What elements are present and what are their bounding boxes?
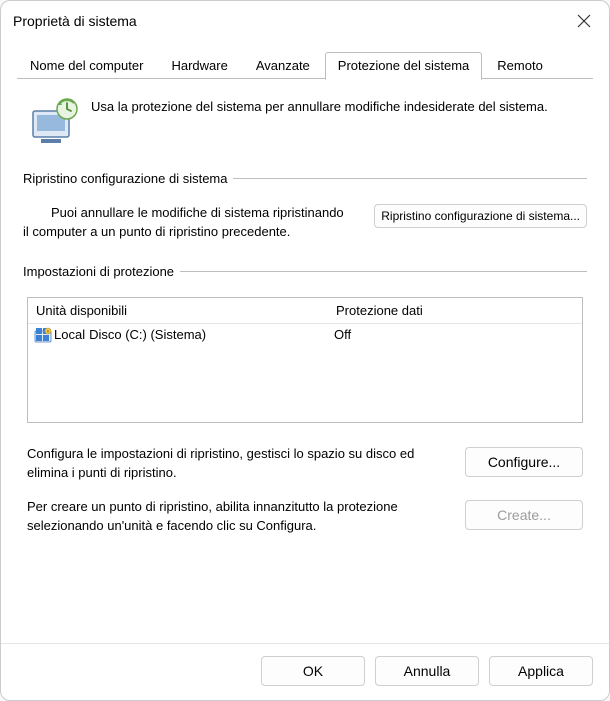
- tab-strip: Nome del computer Hardware Avanzate Prot…: [17, 49, 593, 79]
- drive-name-rest: Disco (C:) (Sistema): [89, 327, 206, 342]
- tab-hardware[interactable]: Hardware: [158, 52, 240, 79]
- settings-group: Impostazioni di protezione Unità disponi…: [23, 264, 587, 546]
- configure-row: Configura le impostazioni di ripristino,…: [23, 445, 587, 499]
- system-restore-button[interactable]: Ripristino configurazione di sistema...: [374, 204, 587, 228]
- apply-button[interactable]: Applica: [489, 656, 593, 686]
- restore-group-title: Ripristino configurazione di sistema: [23, 171, 227, 186]
- restore-group-header: Ripristino configurazione di sistema: [23, 171, 587, 186]
- drive-status: Off: [328, 327, 582, 342]
- tab-remote[interactable]: Remoto: [484, 52, 556, 79]
- table-header: Unità disponibili Protezione dati: [28, 298, 582, 324]
- configure-button[interactable]: Configure...: [465, 447, 583, 477]
- restore-row: Puoi annullare le modifiche di sistema r…: [23, 204, 587, 242]
- create-row: Per creare un punto di ripristino, abili…: [23, 498, 587, 546]
- divider: [233, 178, 587, 179]
- tab-system-protection[interactable]: Protezione del sistema: [325, 52, 483, 80]
- system-properties-dialog: Proprietà di sistema Nome del computer H…: [0, 0, 610, 701]
- create-description: Per creare un punto di ripristino, abili…: [27, 498, 465, 536]
- tab-content-protection: Usa la protezione del sistema per annull…: [17, 79, 593, 643]
- settings-group-title: Impostazioni di protezione: [23, 264, 174, 279]
- close-icon: [577, 14, 591, 28]
- cancel-button[interactable]: Annulla: [375, 656, 479, 686]
- system-protection-icon: [27, 97, 81, 147]
- tab-advanced[interactable]: Avanzate: [243, 52, 323, 79]
- dialog-footer: OK Annulla Applica: [1, 643, 609, 700]
- tab-divider: [17, 78, 593, 79]
- restore-desc-line1: Puoi annullare le modifiche di sistema r…: [51, 204, 374, 223]
- drive-name-prefix: Local: [54, 327, 85, 342]
- col-drives: Unità disponibili: [28, 303, 328, 318]
- settings-group-header: Impostazioni di protezione: [23, 264, 587, 279]
- close-button[interactable]: [569, 7, 599, 35]
- drive-cell: Local Disco (C:) (Sistema): [28, 327, 328, 343]
- restore-desc-line2: il computer a un punto di ripristino pre…: [23, 223, 374, 242]
- col-protection: Protezione dati: [328, 303, 582, 318]
- configure-description: Configura le impostazioni di ripristino,…: [27, 445, 465, 483]
- table-row[interactable]: Local Disco (C:) (Sistema) Off: [28, 324, 582, 346]
- divider: [180, 271, 587, 272]
- intro-row: Usa la protezione del sistema per annull…: [23, 89, 587, 171]
- restore-group: Ripristino configurazione di sistema Puo…: [23, 171, 587, 242]
- restore-description: Puoi annullare le modifiche di sistema r…: [51, 204, 374, 242]
- tab-computer-name[interactable]: Nome del computer: [17, 52, 156, 79]
- ok-button[interactable]: OK: [261, 656, 365, 686]
- drives-table[interactable]: Unità disponibili Protezione dati: [27, 297, 583, 423]
- create-button: Create...: [465, 500, 583, 530]
- window-title: Proprietà di sistema: [13, 13, 137, 29]
- dialog-body: Nome del computer Hardware Avanzate Prot…: [1, 41, 609, 643]
- intro-text: Usa la protezione del sistema per annull…: [91, 97, 548, 114]
- titlebar: Proprietà di sistema: [1, 1, 609, 41]
- windows-drive-icon: [34, 327, 52, 343]
